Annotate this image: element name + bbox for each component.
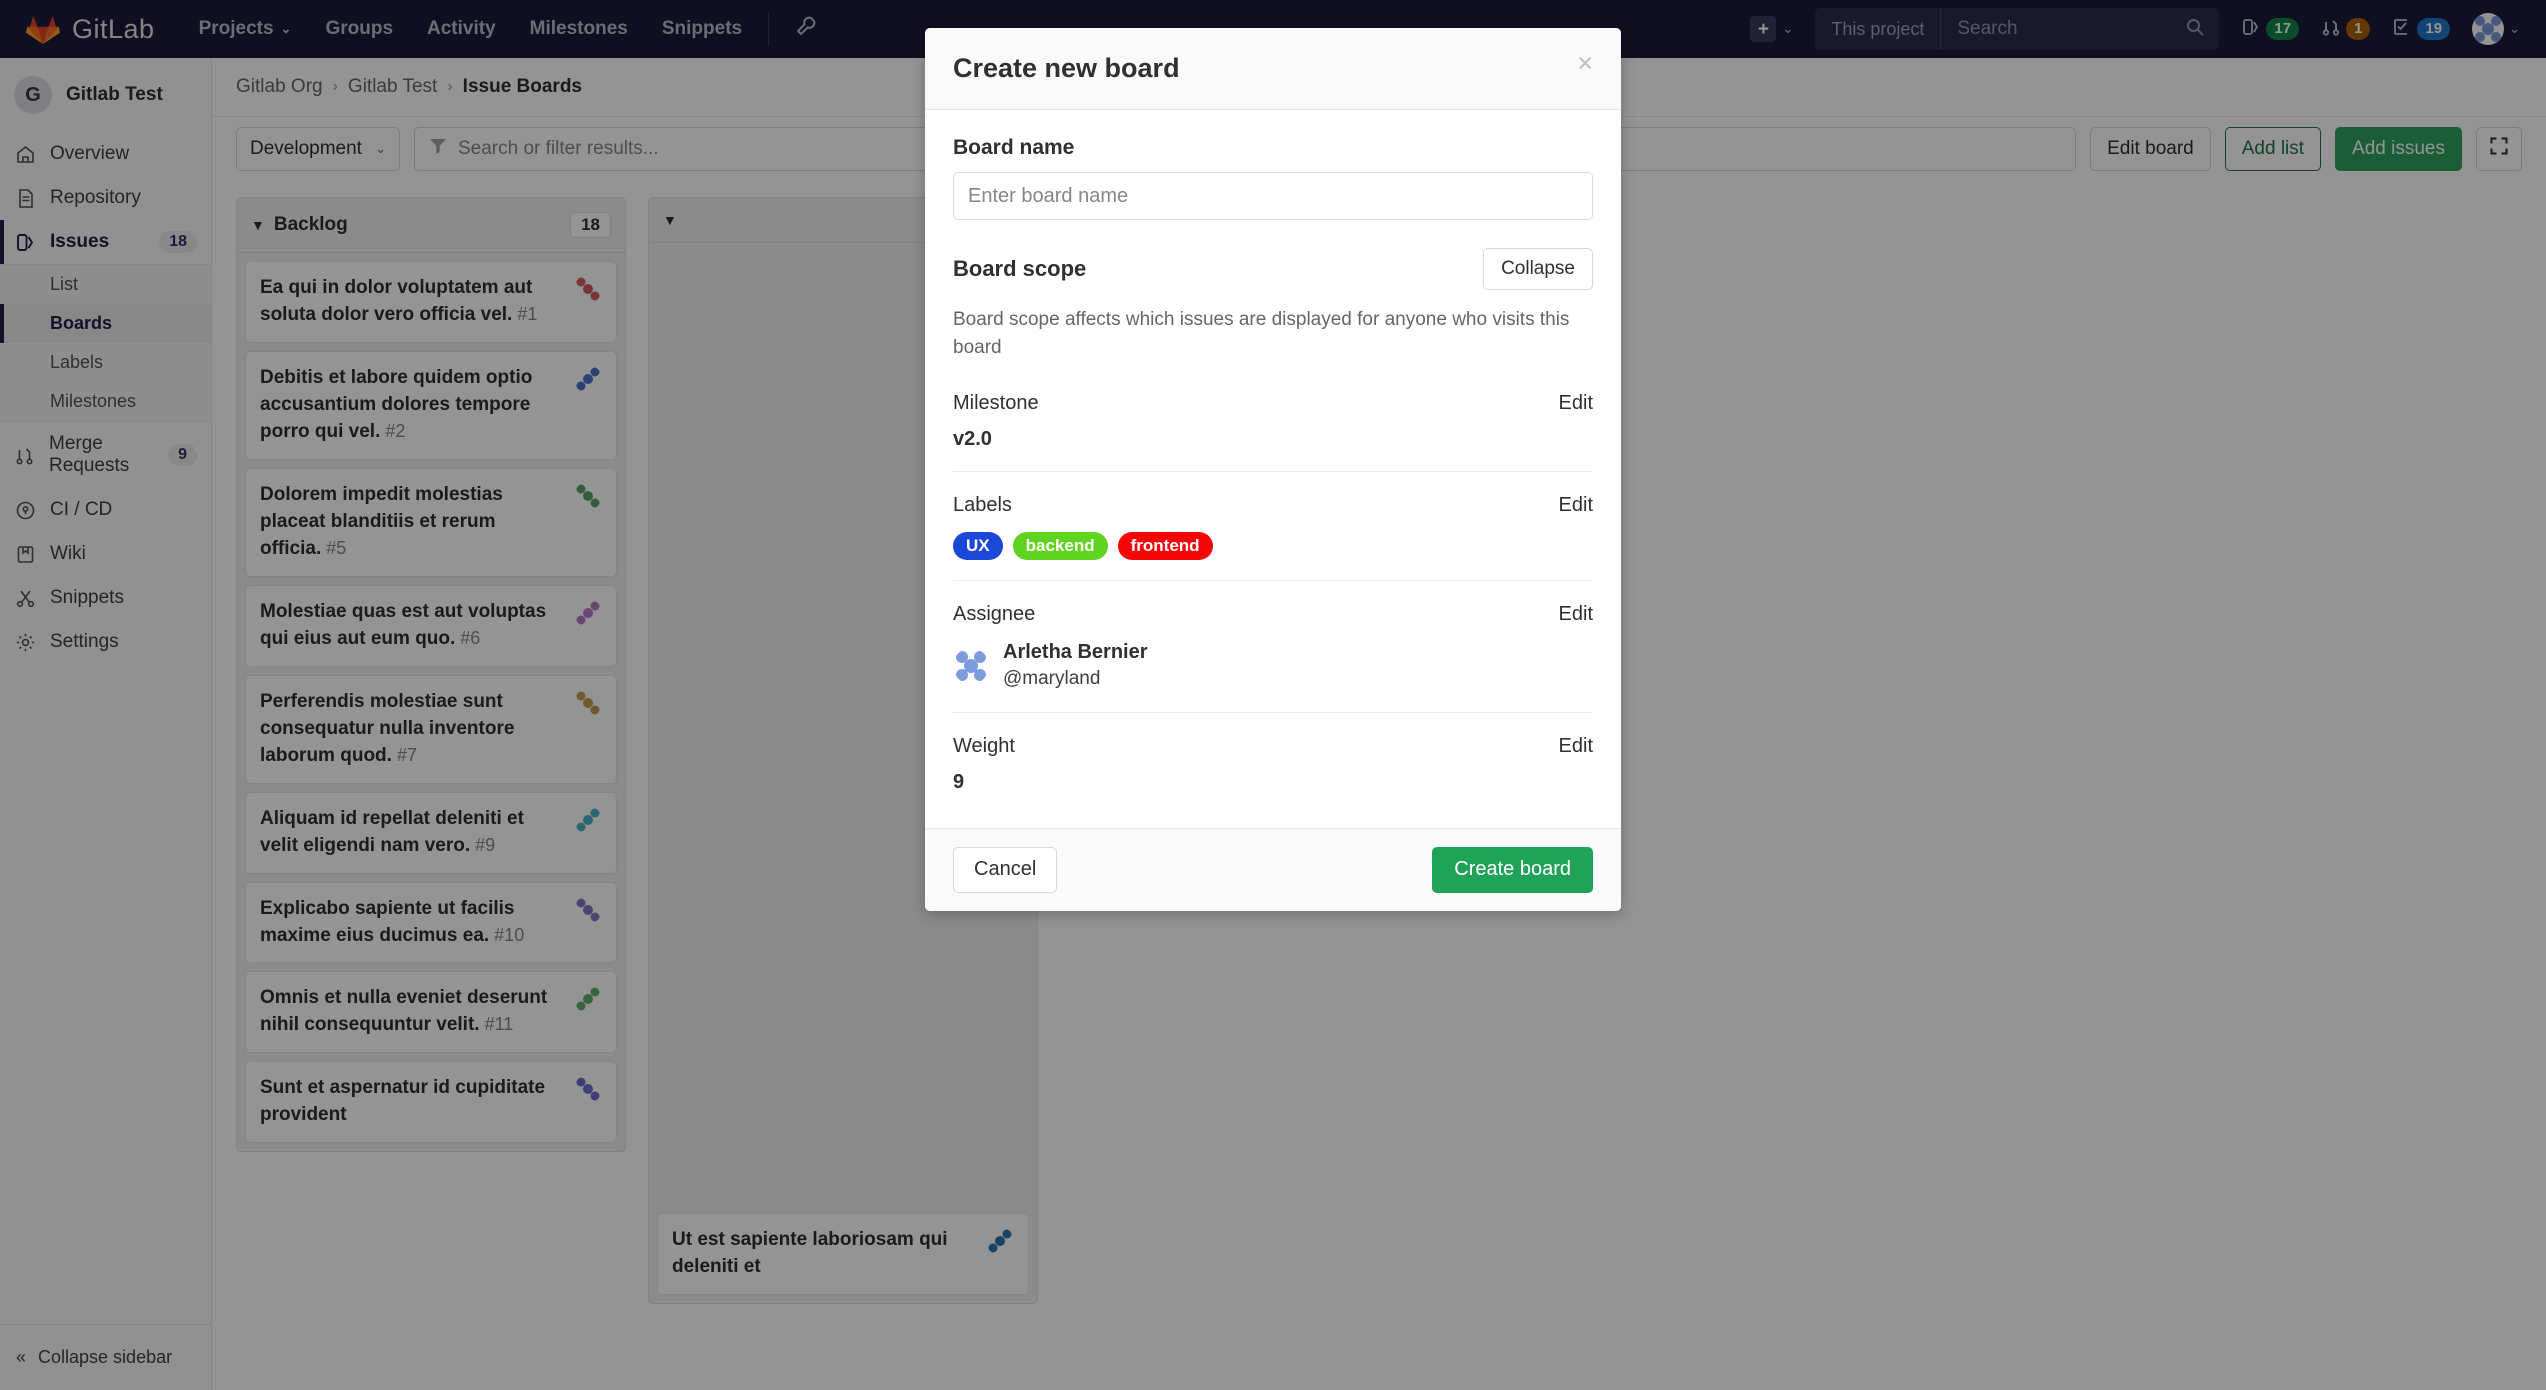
milestone-header: Milestone Edit	[953, 392, 1593, 415]
weight-label: Weight	[953, 734, 1015, 757]
cancel-button[interactable]: Cancel	[953, 846, 1058, 893]
board-name-input[interactable]	[953, 172, 1593, 220]
board-scope-description: Board scope affects which issues are dis…	[953, 309, 1570, 359]
board-scope-title: Board scope	[953, 256, 1087, 281]
weight-header: Weight Edit	[953, 735, 1593, 758]
scope-block-milestone: Milestone Edit v2.0	[953, 362, 1593, 471]
assignee-label: Assignee	[953, 603, 1036, 626]
assignee-name: Arletha Bernier	[1003, 641, 1148, 664]
label-chips: UX backend frontend	[953, 532, 1593, 561]
board-name-label: Board name	[953, 136, 1075, 159]
milestone-value: v2.0	[953, 428, 992, 451]
labels-label: Labels	[953, 494, 1012, 517]
labels-header: Labels Edit	[953, 494, 1593, 517]
close-icon[interactable]: ×	[1577, 50, 1593, 77]
assignee-edit-button[interactable]: Edit	[1559, 603, 1593, 626]
assignee-identity: Arletha Bernier @maryland	[1003, 639, 1148, 692]
label-chip-frontend[interactable]: frontend	[1117, 532, 1213, 561]
label-chip-ux[interactable]: UX	[953, 532, 1003, 561]
milestone-label: Milestone	[953, 392, 1039, 415]
assignee-username: @maryland	[1003, 668, 1101, 690]
modal-header: Create new board ×	[925, 28, 1621, 110]
weight-value: 9	[953, 770, 965, 793]
assignee-header: Assignee Edit	[953, 603, 1593, 626]
labels-edit-button[interactable]: Edit	[1559, 494, 1593, 517]
modal-footer: Cancel Create board	[925, 827, 1621, 911]
gitlab-issue-boards-page: GitLab Projects ⌄ Groups Activity Milest…	[0, 0, 2546, 1390]
milestone-edit-button[interactable]: Edit	[1559, 392, 1593, 415]
scope-block-assignee: Assignee Edit Arletha Bernier @maryland	[953, 580, 1593, 712]
avatar	[953, 647, 989, 684]
board-scope-row: Board scope Collapse	[953, 248, 1593, 290]
assignee-row: Arletha Bernier @maryland	[953, 639, 1593, 692]
modal-body: Board name Board scope Collapse Board sc…	[925, 110, 1621, 828]
scope-block-labels: Labels Edit UX backend frontend	[953, 471, 1593, 580]
scope-block-weight: Weight Edit 9	[953, 711, 1593, 814]
label-chip-backend[interactable]: backend	[1012, 532, 1108, 561]
weight-edit-button[interactable]: Edit	[1559, 735, 1593, 758]
modal-title: Create new board	[953, 53, 1180, 83]
create-new-board-modal: Create new board × Board name Board scop…	[925, 28, 1621, 911]
scope-collapse-button[interactable]: Collapse	[1483, 248, 1593, 290]
create-board-button[interactable]: Create board	[1432, 846, 1593, 893]
